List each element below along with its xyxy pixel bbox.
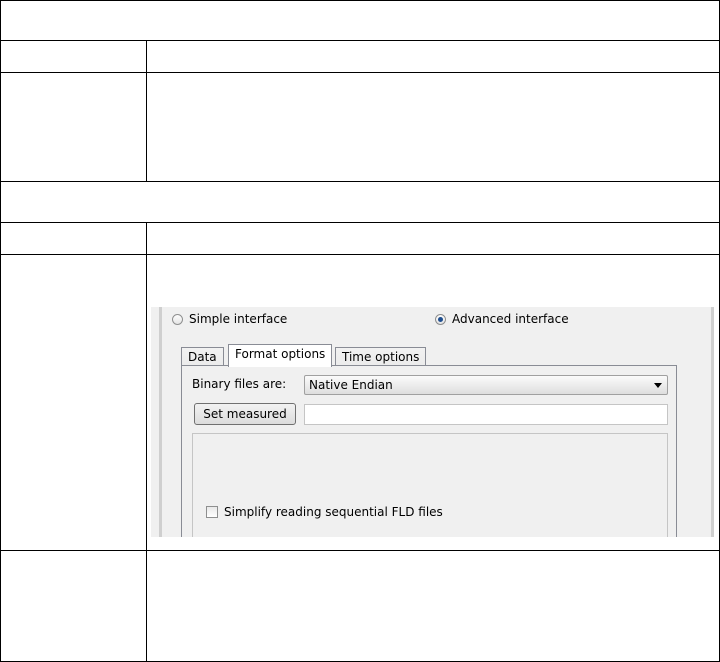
options-group-box: Simplify reading sequential FLD files [192, 433, 668, 537]
advanced-interface-label: Advanced interface [452, 312, 569, 326]
simplify-fld-checkbox[interactable] [206, 506, 218, 518]
radio-indicator [172, 313, 183, 325]
tab-data[interactable]: Data [181, 347, 224, 366]
table-rule [1, 40, 719, 41]
simple-interface-label: Simple interface [189, 312, 288, 326]
dropdown-arrow-icon [654, 383, 662, 388]
embedded-screenshot: Simple interface Advanced interface Data… [151, 307, 714, 537]
measured-input[interactable] [304, 404, 668, 425]
tab-time-options[interactable]: Time options [335, 347, 427, 366]
binary-files-select-value: Native Endian [309, 378, 393, 392]
simplify-fld-checkbox-row[interactable]: Simplify reading sequential FLD files [206, 505, 443, 519]
window-border-left [159, 307, 162, 537]
advanced-interface-radio[interactable]: Advanced interface [435, 311, 569, 327]
simple-interface-radio[interactable]: Simple interface [172, 311, 287, 327]
simplify-fld-label: Simplify reading sequential FLD files [224, 505, 443, 519]
table-column-rule [146, 40, 147, 182]
table-rule [1, 222, 719, 223]
table-rule [1, 550, 719, 551]
format-options-panel: Binary files are: Native Endian Set meas… [181, 365, 677, 537]
table-rule [1, 181, 719, 182]
table-rule [1, 254, 719, 255]
tab-format-options[interactable]: Format options [228, 344, 333, 367]
table-column-rule [146, 222, 147, 662]
binary-files-select[interactable]: Native Endian [304, 375, 668, 395]
window-border-right [711, 307, 714, 537]
binary-files-label: Binary files are: [192, 377, 287, 391]
radio-indicator-checked [435, 313, 446, 325]
set-measured-button[interactable]: Set measured [194, 403, 296, 425]
table-rule [1, 72, 719, 73]
